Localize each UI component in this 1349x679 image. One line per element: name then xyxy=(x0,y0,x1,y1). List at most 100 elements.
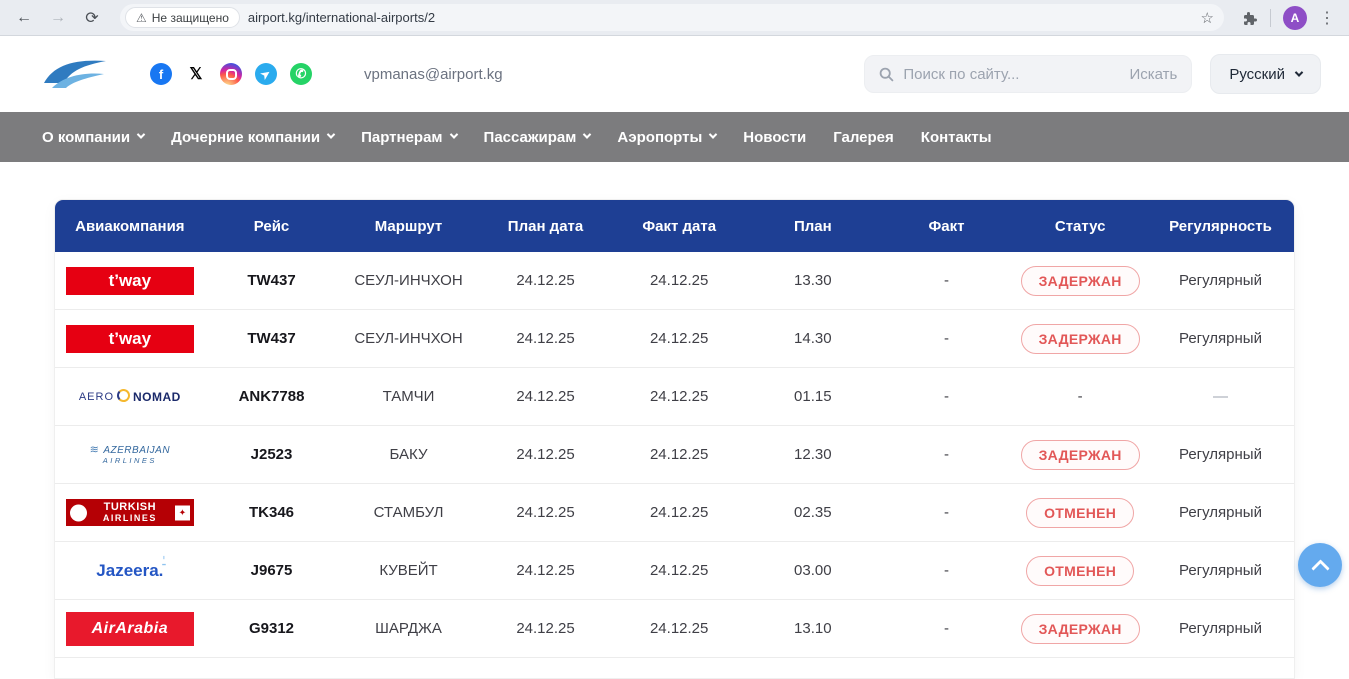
nav-item-label: Галерея xyxy=(833,129,894,146)
browser-menu-icon[interactable]: ⋮ xyxy=(1319,8,1335,28)
plan-time: 03.00 xyxy=(746,562,880,579)
nav-item-partners[interactable]: Партнерам xyxy=(361,129,456,146)
nav-item-label: Аэропорты xyxy=(617,129,702,146)
route: ТАМЧИ xyxy=(338,388,478,405)
nav-item-label: Новости xyxy=(743,129,806,146)
fact-date: 24.12.25 xyxy=(612,504,746,521)
status-cell: - xyxy=(1013,388,1147,405)
reload-icon[interactable]: ⟳ xyxy=(78,4,106,32)
status-cell: ОТМЕНЕН xyxy=(1013,556,1147,586)
flight-number: TW437 xyxy=(205,330,339,347)
search-icon xyxy=(879,67,894,82)
browser-actions: A ⋮ xyxy=(1238,6,1339,30)
nav-item-airports[interactable]: Аэропорты xyxy=(617,129,716,146)
status-badge: ЗАДЕРЖАН xyxy=(1021,324,1140,354)
telegram-icon[interactable]: ➤ xyxy=(255,63,277,85)
address-bar[interactable]: ⚠ Не защищено airport.kg/international-a… xyxy=(120,4,1224,31)
col-header-4: Факт дата xyxy=(612,218,746,235)
extensions-icon[interactable] xyxy=(1242,10,1258,26)
whatsapp-icon[interactable]: ✆ xyxy=(290,63,312,85)
language-selector[interactable]: Русский xyxy=(1210,54,1321,94)
x-twitter-icon[interactable]: 𝕏 xyxy=(185,63,207,85)
table-body: t’wayTW437СЕУЛ-ИНЧХОН24.12.2524.12.2513.… xyxy=(55,252,1294,658)
airline-cell: t’way xyxy=(55,325,205,353)
back-icon[interactable]: ← xyxy=(10,4,38,32)
security-chip[interactable]: ⚠ Не защищено xyxy=(125,7,240,28)
airport-logo[interactable] xyxy=(40,53,112,95)
divider xyxy=(1270,9,1271,27)
regularity: Регулярный xyxy=(1147,446,1294,463)
plan-date: 24.12.25 xyxy=(479,388,613,405)
col-header-6: Факт xyxy=(880,218,1014,235)
route: СТАМБУЛ xyxy=(338,504,478,521)
fact-time: - xyxy=(880,620,1014,637)
airline-logo-aeronomad: AERONOMAD xyxy=(79,389,181,404)
airline-logo-tway: t’way xyxy=(66,325,194,353)
status-badge: ЗАДЕРЖАН xyxy=(1021,266,1140,296)
nav-item-passengers[interactable]: Пассажирам xyxy=(484,129,591,146)
plan-time: 13.30 xyxy=(746,272,880,289)
chevron-down-icon xyxy=(137,130,145,138)
main-navigation: О компании Дочерние компании Партнерам Пасс… xyxy=(0,112,1349,162)
site-search: Искать xyxy=(864,55,1192,93)
nav-item-news[interactable]: Новости xyxy=(743,129,806,146)
airline-logo-tway: t’way xyxy=(66,267,194,295)
route: СЕУЛ-ИНЧХОН xyxy=(338,330,478,347)
airline-logo-text: Jazeera. xyxy=(96,561,163,581)
plan-date: 24.12.25 xyxy=(479,504,613,521)
arrow-up-icon xyxy=(1311,559,1329,577)
url-text: airport.kg/international-airports/2 xyxy=(248,10,1193,25)
status-badge: ЗАДЕРЖАН xyxy=(1021,614,1140,644)
airline-logo-text: AirArabia xyxy=(92,620,169,638)
regularity: Регулярный xyxy=(1147,620,1294,637)
status-cell: ЗАДЕРЖАН xyxy=(1013,266,1147,296)
bookmark-star-icon[interactable]: ☆ xyxy=(1201,9,1214,27)
nav-item-about[interactable]: О компании xyxy=(42,129,144,146)
flight-number: J9675 xyxy=(205,562,339,579)
instagram-icon[interactable] xyxy=(220,63,242,85)
fact-date: 24.12.25 xyxy=(612,330,746,347)
col-header-1: Рейс xyxy=(205,218,339,235)
fact-time: - xyxy=(880,504,1014,521)
browser-toolbar: ← → ⟳ ⚠ Не защищено airport.kg/internati… xyxy=(0,0,1349,36)
search-submit-button[interactable]: Искать xyxy=(1129,66,1177,83)
airline-logo-text: t’way xyxy=(109,271,152,291)
regularity: Регулярный xyxy=(1147,330,1294,347)
col-header-8: Регулярность xyxy=(1147,218,1294,235)
contact-email[interactable]: vpmanas@airport.kg xyxy=(364,66,503,83)
airline-cell: AZERBAIJANAIRLINES xyxy=(55,444,205,465)
table-header-row: АвиакомпанияРейсМаршрутПлан датаФакт дат… xyxy=(55,200,1294,252)
nav-item-subsidiaries[interactable]: Дочерние компании xyxy=(171,129,334,146)
airline-logo-text: NOMAD xyxy=(117,389,181,404)
plan-time: 12.30 xyxy=(746,446,880,463)
nav-item-contacts[interactable]: Контакты xyxy=(921,129,992,146)
col-header-5: План xyxy=(746,218,880,235)
plan-date: 24.12.25 xyxy=(479,272,613,289)
airline-logo-text: AIRLINES xyxy=(103,514,157,523)
route: КУВЕЙТ xyxy=(338,562,478,579)
forward-icon[interactable]: → xyxy=(44,4,72,32)
scroll-to-top-button[interactable] xyxy=(1298,543,1342,587)
fact-time: - xyxy=(880,272,1014,289)
nav-item-label: Партнерам xyxy=(361,129,442,146)
col-header-7: Статус xyxy=(1013,218,1147,235)
chevron-down-icon xyxy=(327,130,335,138)
search-input[interactable] xyxy=(903,66,1120,83)
airline-logo-text: AIRLINES xyxy=(103,457,157,466)
fact-time: - xyxy=(880,562,1014,579)
plan-time: 02.35 xyxy=(746,504,880,521)
plan-time: 14.30 xyxy=(746,330,880,347)
page-content: АвиакомпанияРейсМаршрутПлан датаФакт дат… xyxy=(0,162,1349,678)
flights-table: АвиакомпанияРейсМаршрутПлан датаФакт дат… xyxy=(55,200,1294,678)
fact-date: 24.12.25 xyxy=(612,272,746,289)
status-cell: ЗАДЕРЖАН xyxy=(1013,324,1147,354)
nav-item-label: Контакты xyxy=(921,129,992,146)
airline-logo-airarabia: AirArabia xyxy=(66,612,194,646)
regularity: Регулярный xyxy=(1147,504,1294,521)
airline-logo-text: AZERBAIJAN xyxy=(90,444,170,457)
profile-avatar[interactable]: A xyxy=(1283,6,1307,30)
site-header: f 𝕏 ➤ ✆ vpmanas@airport.kg Искать Русски… xyxy=(0,36,1349,112)
nav-item-gallery[interactable]: Галерея xyxy=(833,129,894,146)
facebook-icon[interactable]: f xyxy=(150,63,172,85)
regularity: Регулярный xyxy=(1147,272,1294,289)
